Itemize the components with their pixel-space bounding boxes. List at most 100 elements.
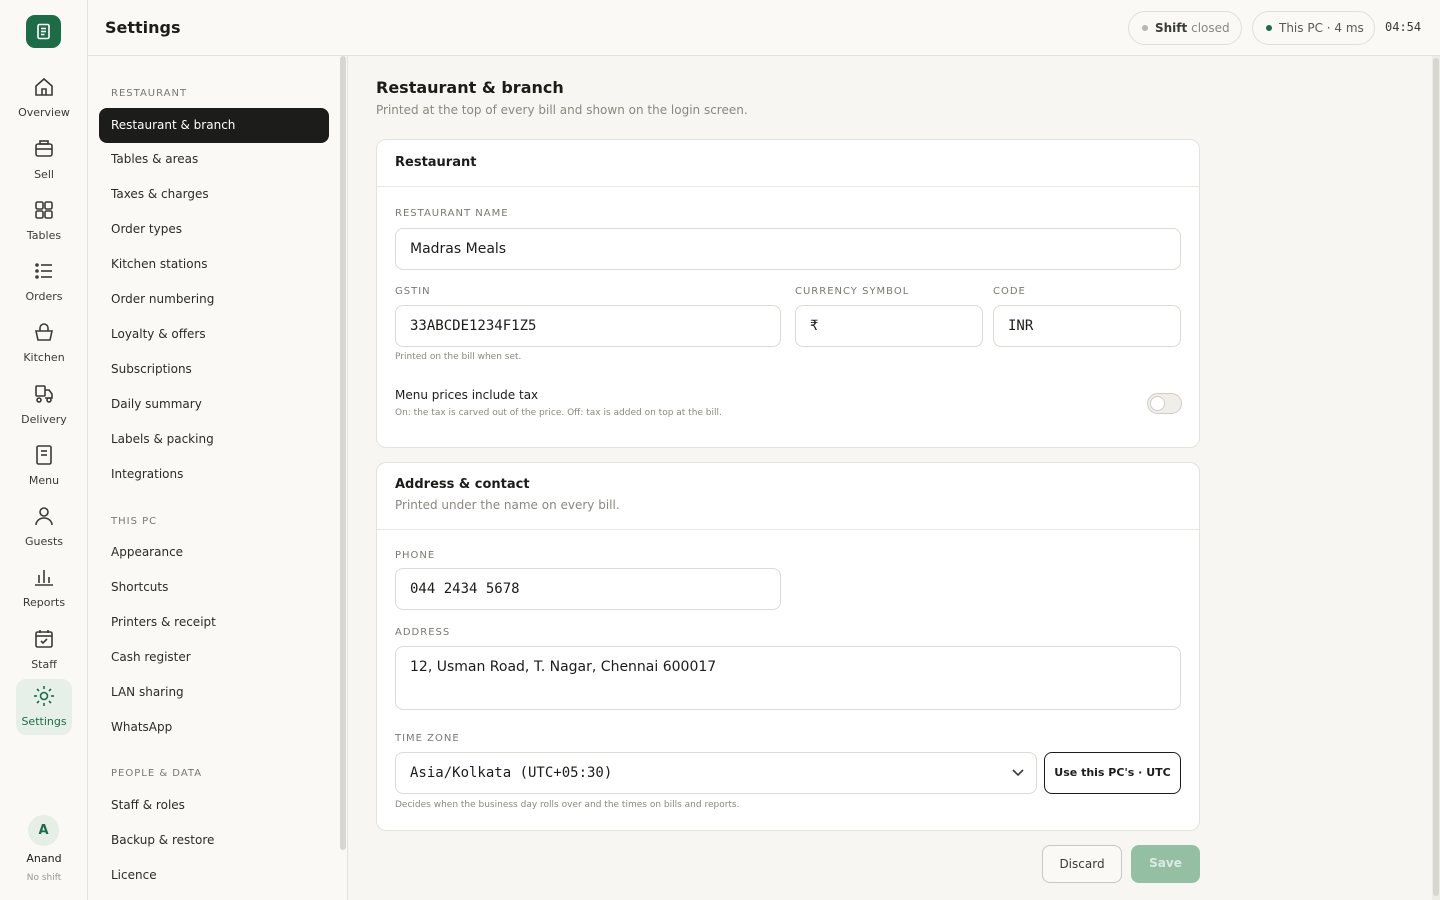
- gstin-label: GSTIN: [395, 286, 431, 297]
- clock: 04:54: [1385, 20, 1422, 34]
- rail-label: Menu: [28, 474, 60, 487]
- tax-toggle-help: On: the tax is carved out of the price. …: [395, 408, 722, 418]
- list-icon: [35, 263, 52, 279]
- rail-item-staff[interactable]: Staff: [16, 622, 72, 678]
- bar-chart-icon: [35, 570, 53, 586]
- save-button[interactable]: Save: [1131, 845, 1200, 883]
- home-icon: [35, 77, 53, 96]
- nav-item-whatsapp[interactable]: WhatsApp: [99, 710, 329, 745]
- nav-item-labels-packing[interactable]: Labels & packing: [99, 422, 329, 457]
- timezone-value: Asia/Kolkata (UTC+05:30): [410, 765, 613, 781]
- nav-item-daily-summary[interactable]: Daily summary: [99, 387, 329, 422]
- currency-symbol-input[interactable]: ₹: [795, 305, 983, 347]
- shift-status-pill[interactable]: Shift closed: [1128, 11, 1242, 45]
- rail-item-settings[interactable]: Settings: [16, 679, 72, 735]
- main-scrollbar[interactable]: [1433, 58, 1439, 896]
- app-logo[interactable]: [26, 15, 61, 48]
- restaurant-card: Restaurant RESTAURANT NAME Madras Meals …: [376, 139, 1200, 448]
- phone-input[interactable]: 044 2434 5678: [395, 568, 781, 610]
- toggle-knob: [1150, 396, 1165, 411]
- pc-status-dot: [1266, 25, 1272, 31]
- rail-item-orders[interactable]: Orders: [16, 254, 72, 310]
- basket-icon: [35, 323, 53, 341]
- pc-status-pill[interactable]: This PC · 4 ms: [1252, 11, 1375, 45]
- rail-item-menu[interactable]: Menu: [16, 438, 72, 494]
- nav-item-integrations[interactable]: Integrations: [99, 457, 329, 492]
- nav-item-subscriptions[interactable]: Subscriptions: [99, 352, 329, 387]
- rail-item-delivery[interactable]: Delivery: [16, 377, 72, 433]
- settings-nav: RESTAURANT Restaurant & branch Tables & …: [88, 56, 348, 900]
- nav-item-printers-receipt[interactable]: Printers & receipt: [99, 605, 329, 640]
- rail-item-guests[interactable]: Guests: [16, 499, 72, 555]
- rail-label: Orders: [25, 290, 63, 303]
- rail-item-reports[interactable]: Reports: [16, 560, 72, 616]
- shift-state: closed: [1191, 21, 1230, 35]
- rail-label: Overview: [18, 106, 70, 119]
- timezone-label: TIME ZONE: [395, 733, 460, 744]
- section-title: Restaurant & branch: [376, 78, 564, 97]
- calendar-icon: [35, 630, 53, 648]
- use-pc-timezone-button[interactable]: Use this PC's · UTC: [1044, 752, 1181, 794]
- person-icon: [35, 507, 53, 526]
- nav-item-order-numbering[interactable]: Order numbering: [99, 282, 329, 317]
- chevron-down-icon: [1012, 769, 1024, 777]
- rail-label: Kitchen: [23, 351, 65, 364]
- tax-inclusive-toggle[interactable]: [1147, 393, 1182, 414]
- nav-item-shortcuts[interactable]: Shortcuts: [99, 570, 329, 605]
- page-title: Settings: [105, 18, 181, 37]
- discard-button[interactable]: Discard: [1042, 845, 1122, 883]
- nav-item-appearance[interactable]: Appearance: [99, 535, 329, 570]
- rail-label: Staff: [31, 658, 57, 671]
- restaurant-card-title: Restaurant: [395, 155, 477, 170]
- phone-label: PHONE: [395, 550, 436, 561]
- avatar[interactable]: A: [28, 815, 59, 846]
- nav-item-taxes-charges[interactable]: Taxes & charges: [99, 177, 329, 212]
- nav-section-restaurant: RESTAURANT: [111, 88, 188, 99]
- register-icon: [35, 140, 53, 157]
- nav-item-cash-register[interactable]: Cash register: [99, 640, 329, 675]
- shift-label: Shift: [1155, 21, 1188, 35]
- scooter-icon: [35, 385, 53, 403]
- rail-label: Settings: [21, 715, 67, 728]
- rail-label: Delivery: [21, 413, 67, 426]
- nav-item-order-types[interactable]: Order types: [99, 212, 329, 247]
- grid-icon: [35, 201, 53, 219]
- nav-item-staff-roles[interactable]: Staff & roles: [99, 788, 329, 823]
- rail-label: Tables: [26, 229, 62, 242]
- restaurant-card-header: Restaurant: [377, 140, 1199, 187]
- nav-section-people-data: PEOPLE & DATA: [111, 768, 203, 779]
- address-card-subtitle: Printed under the name on every bill.: [395, 498, 620, 512]
- nav-item-loyalty-offers[interactable]: Loyalty & offers: [99, 317, 329, 352]
- restaurant-name-input[interactable]: Madras Meals: [395, 228, 1181, 270]
- gstin-input[interactable]: 33ABCDE1234F1Z5: [395, 305, 781, 347]
- nav-item-tables-areas[interactable]: Tables & areas: [99, 142, 329, 177]
- rail-item-kitchen[interactable]: Kitchen: [16, 315, 72, 371]
- settings-nav-scrollbar[interactable]: [340, 56, 346, 850]
- user-shift-status: No shift: [26, 873, 62, 883]
- address-label: ADDRESS: [395, 627, 451, 638]
- tax-toggle-label: Menu prices include tax: [395, 388, 539, 402]
- nav-item-kitchen-stations[interactable]: Kitchen stations: [99, 247, 329, 282]
- nav-item-backup-restore[interactable]: Backup & restore: [99, 823, 329, 858]
- section-subtitle: Printed at the top of every bill and sho…: [376, 103, 748, 117]
- rail-item-sell[interactable]: Sell: [16, 132, 72, 188]
- address-card-title: Address & contact: [395, 477, 530, 492]
- currency-code-input[interactable]: INR: [993, 305, 1181, 347]
- rail-item-tables[interactable]: Tables: [16, 193, 72, 249]
- rail-label: Reports: [22, 596, 66, 609]
- rail-label: Guests: [24, 535, 64, 548]
- nav-item-lan-sharing[interactable]: LAN sharing: [99, 675, 329, 710]
- rail-item-overview[interactable]: Overview: [16, 70, 72, 126]
- rail-label: Sell: [34, 168, 54, 181]
- currency-symbol-label: CURRENCY SYMBOL: [795, 286, 910, 297]
- currency-code-label: CODE: [993, 286, 1026, 297]
- address-card-header: Address & contact Printed under the name…: [377, 463, 1199, 530]
- address-textarea[interactable]: 12, Usman Road, T. Nagar, Chennai 600017: [395, 646, 1181, 710]
- nav-item-licence[interactable]: Licence: [99, 858, 329, 893]
- timezone-select[interactable]: Asia/Kolkata (UTC+05:30): [395, 752, 1037, 794]
- menu-doc-icon: [36, 445, 52, 465]
- top-bar: Settings Shift closed This PC · 4 ms 04:…: [88, 0, 1440, 56]
- gstin-help: Printed on the bill when set.: [395, 352, 522, 362]
- nav-section-this-pc: THIS PC: [111, 516, 158, 527]
- nav-item-restaurant-branch[interactable]: Restaurant & branch: [99, 108, 329, 143]
